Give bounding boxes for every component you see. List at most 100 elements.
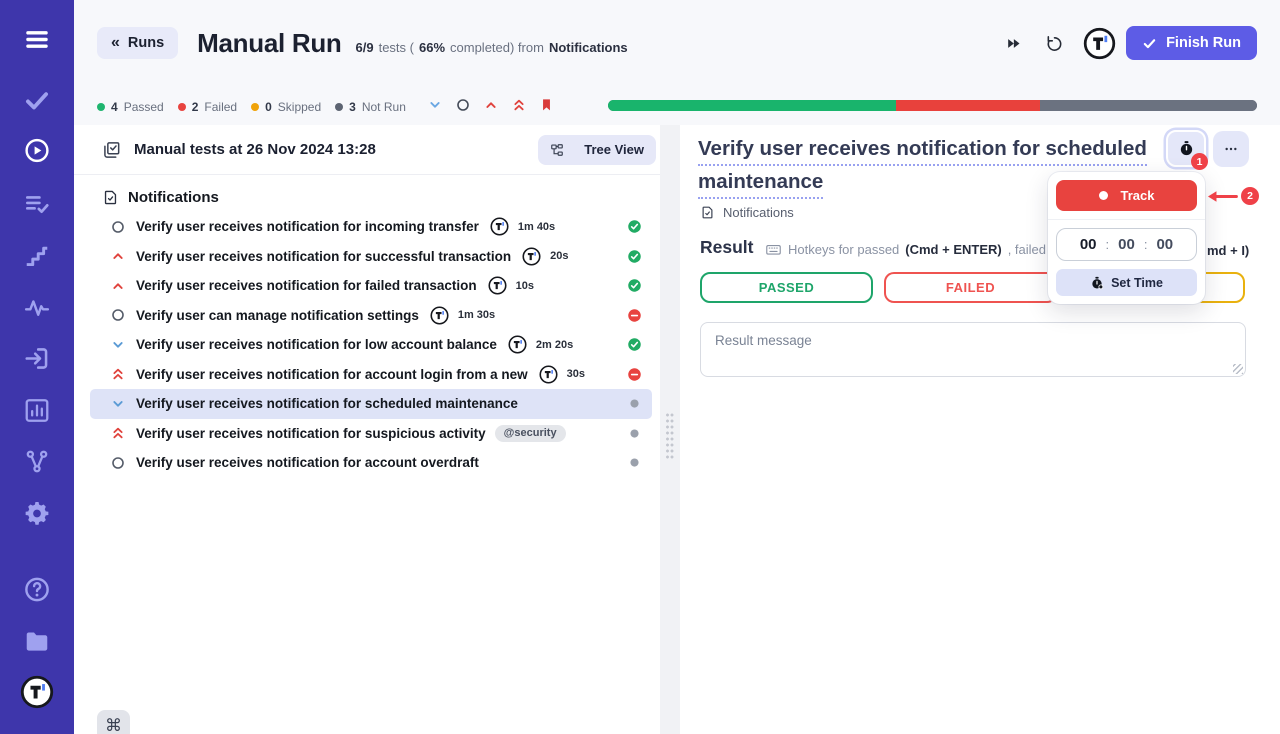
test-row[interactable]: Verify user receives notification for in…	[90, 212, 652, 242]
status-count: 4Passed	[97, 100, 164, 114]
run-progress-bar	[608, 100, 1257, 111]
menu-icon[interactable]	[23, 25, 52, 54]
arrow-left-icon	[1205, 189, 1239, 204]
chevron-up-icon[interactable]	[483, 97, 499, 113]
bar-chart-icon[interactable]	[23, 396, 52, 425]
track-label: Track	[1121, 188, 1155, 203]
stopwatch-gear-icon	[1090, 276, 1104, 290]
bookmark-icon[interactable]	[539, 97, 554, 113]
hotkeys-command-button[interactable]: ⌘	[97, 710, 130, 734]
result-message-input[interactable]	[700, 322, 1246, 377]
summary-text: completed) from	[450, 40, 544, 55]
failed-button[interactable]: FAILED	[884, 272, 1057, 303]
status-count-value: 3	[349, 100, 356, 114]
testomat-logo-icon[interactable]	[1083, 27, 1116, 60]
chevron-down-icon	[110, 396, 126, 412]
passed-button[interactable]: PASSED	[700, 272, 873, 303]
chevrons-up-icon	[110, 425, 126, 441]
test-row[interactable]: Verify user receives notification for ac…	[90, 360, 652, 390]
tree-view-label: Tree View	[584, 142, 644, 157]
testomat-ref-icon[interactable]	[430, 306, 449, 325]
result-message-wrap	[700, 322, 1246, 377]
drag-handle-icon[interactable]	[666, 413, 675, 461]
test-name: Verify user receives notification for su…	[136, 249, 511, 264]
status-counts: 4Passed2Failed0Skipped3Not Run	[97, 100, 420, 114]
chevron-down-icon[interactable]	[427, 97, 443, 113]
stairs-icon[interactable]	[23, 241, 52, 270]
testomat-ref-icon[interactable]	[490, 217, 509, 236]
folder-icon[interactable]	[23, 627, 52, 656]
more-options-button[interactable]	[1213, 131, 1249, 167]
testomat-ref-icon[interactable]	[522, 247, 541, 266]
hours-field[interactable]: 00	[1080, 236, 1097, 253]
test-name: Verify user receives notification for ac…	[136, 367, 528, 382]
run-progress-summary: 6/9 tests ( 66% completed) from Notifica…	[356, 32, 628, 55]
ellipsis-icon	[1223, 141, 1239, 157]
content: Manual tests at 26 Nov 2024 13:28 Tree V…	[74, 125, 1280, 734]
status-count-label: Skipped	[278, 100, 321, 114]
check-icon[interactable]	[23, 86, 52, 115]
hotkeys-tail-fragment: md + I)	[1207, 243, 1249, 258]
app-window: « Runs Manual Run 6/9 tests ( 66% comple…	[0, 0, 1280, 734]
chevron-up-icon	[110, 278, 126, 294]
timer-reset-icon[interactable]	[1045, 34, 1064, 53]
test-rows: Verify user receives notification for in…	[74, 212, 660, 478]
chevrons-up-icon[interactable]	[511, 97, 527, 113]
chevrons-left-icon: «	[111, 35, 120, 51]
back-to-runs-button[interactable]: « Runs	[97, 27, 178, 59]
run-heading: Manual tests at 26 Nov 2024 13:28	[134, 141, 376, 158]
test-row[interactable]: Verify user receives notification for sc…	[90, 389, 652, 419]
test-tag-badge: @security	[495, 425, 566, 442]
test-detail-panel: Verify user receives notification for sc…	[680, 125, 1280, 734]
pulse-icon[interactable]	[23, 293, 52, 322]
test-row[interactable]: Verify user can manage notification sett…	[90, 301, 652, 331]
track-button[interactable]: Track	[1056, 180, 1197, 211]
test-list-panel: Manual tests at 26 Nov 2024 13:28 Tree V…	[74, 125, 660, 734]
record-dot-icon	[1099, 191, 1108, 200]
sign-in-icon[interactable]	[23, 344, 52, 373]
check-circle-icon	[627, 278, 642, 293]
test-row[interactable]: Verify user receives notification for lo…	[90, 330, 652, 360]
testomat-ref-icon[interactable]	[488, 276, 507, 295]
test-duration: 1m 40s	[518, 221, 555, 233]
status-count: 0Skipped	[251, 100, 321, 114]
breadcrumb-label: Notifications	[723, 205, 794, 220]
back-to-runs-label: Runs	[128, 35, 164, 51]
git-branch-icon[interactable]	[23, 447, 52, 476]
test-row[interactable]: Verify user receives notification for su…	[90, 419, 652, 449]
suite-group-row[interactable]: Notifications	[102, 189, 660, 206]
chevrons-up-icon	[110, 366, 126, 382]
tests-fraction: 6/9	[356, 40, 374, 55]
tree-view-button[interactable]: Tree View	[538, 135, 656, 165]
finish-run-button[interactable]: Finish Run	[1126, 26, 1257, 60]
set-time-button[interactable]: Set Time	[1056, 269, 1197, 296]
testomat-ref-icon[interactable]	[508, 335, 527, 354]
test-duration: 1m 30s	[458, 309, 495, 321]
status-count-value: 4	[111, 100, 118, 114]
test-row[interactable]: Verify user receives notification for fa…	[90, 271, 652, 301]
minutes-field[interactable]: 00	[1118, 236, 1135, 253]
header-actions: Finish Run	[1005, 26, 1257, 60]
minus-circle-icon	[627, 308, 642, 323]
file-check-icon	[700, 205, 715, 220]
page-title: Manual Run	[197, 28, 341, 59]
suite-group-label: Notifications	[128, 189, 219, 206]
gear-icon[interactable]	[23, 499, 52, 528]
priority-filter-icons	[427, 97, 554, 113]
panel-resize-divider[interactable]	[660, 125, 680, 734]
play-circle-icon[interactable]	[23, 136, 52, 165]
circle-icon[interactable]	[455, 97, 471, 113]
logo-icon[interactable]	[20, 675, 54, 709]
test-row[interactable]: Verify user receives notification for su…	[90, 242, 652, 272]
status-count-label: Failed	[204, 100, 237, 114]
help-icon[interactable]	[23, 575, 52, 604]
fast-forward-icon[interactable]	[1005, 35, 1022, 52]
test-row[interactable]: Verify user receives notification for ac…	[90, 448, 652, 478]
percent-complete: 66%	[419, 40, 445, 55]
breadcrumb[interactable]: Notifications	[700, 205, 794, 220]
list-check-icon[interactable]	[23, 189, 52, 218]
seconds-field[interactable]: 00	[1156, 236, 1173, 253]
status-dot-icon	[251, 103, 259, 111]
testomat-ref-icon[interactable]	[539, 365, 558, 384]
time-separator: :	[1106, 237, 1110, 252]
